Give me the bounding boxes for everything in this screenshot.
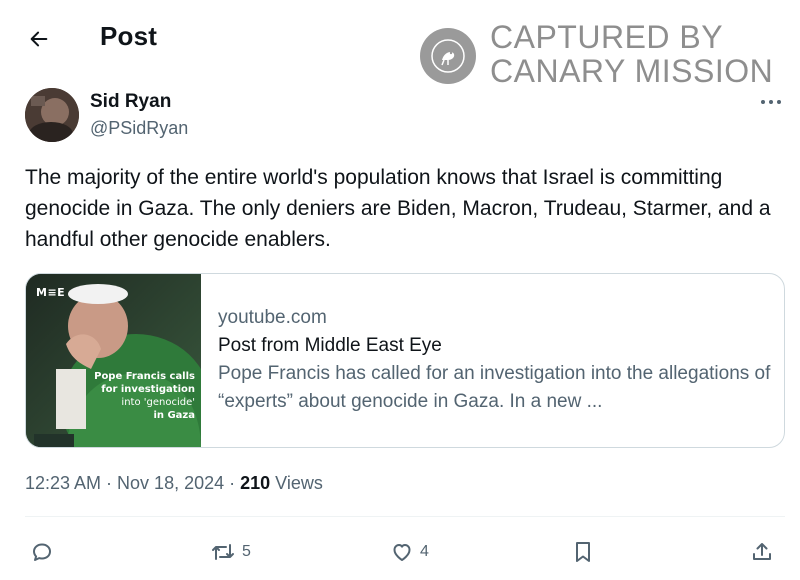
card-thumbnail: M≡E Pope Francis calls for investigation…: [26, 274, 201, 447]
divider: [25, 516, 785, 517]
thumbnail-caption-line: into 'genocide': [121, 397, 195, 408]
watermark: CAPTURED BY CANARY MISSION: [420, 20, 790, 92]
views-label: Views: [270, 473, 323, 493]
reply-button[interactable]: [30, 538, 60, 566]
post-meta: 12:23 AM · Nov 18, 2024 · 210 Views: [25, 473, 323, 494]
thumbnail-caption: Pope Francis calls for investigation int…: [94, 370, 195, 422]
back-button[interactable]: [22, 22, 56, 56]
thumbnail-caption-line: for investigation: [101, 384, 195, 395]
author-name[interactable]: Sid Ryan: [90, 91, 171, 113]
link-card[interactable]: M≡E Pope Francis calls for investigation…: [25, 273, 785, 448]
repost-count: 5: [242, 543, 251, 560]
repost-button[interactable]: 5: [210, 538, 251, 566]
views-count: 210: [240, 473, 271, 493]
action-bar: 5 4: [0, 532, 800, 572]
avatar[interactable]: [25, 88, 79, 142]
page-title: Post: [100, 21, 158, 51]
card-body: youtube.com Post from Middle East Eye Po…: [218, 304, 778, 416]
thumbnail-logo: M≡E: [36, 286, 66, 299]
more-options-button[interactable]: [756, 92, 786, 112]
canary-logo-icon: [420, 28, 476, 84]
watermark-line-1: CAPTURED BY: [490, 19, 724, 55]
like-button[interactable]: 4: [390, 538, 429, 566]
bookmark-button[interactable]: [572, 538, 594, 566]
watermark-line-2: CANARY MISSION: [490, 53, 774, 89]
tweet-text: The majority of the entire world's popul…: [25, 166, 771, 251]
more-icon: [761, 100, 781, 104]
card-description: Pope Francis has called for an investiga…: [218, 363, 771, 412]
thumbnail-caption-line: in Gaza: [153, 410, 195, 421]
reply-icon: [33, 543, 51, 561]
watermark-text: CAPTURED BY CANARY MISSION: [490, 20, 773, 88]
bookmark-icon: [576, 542, 590, 562]
card-title: Post from Middle East Eye: [218, 335, 442, 356]
card-domain: youtube.com: [218, 307, 327, 328]
heart-icon: [393, 544, 411, 561]
author-handle[interactable]: @PSidRyan: [90, 118, 188, 139]
like-count: 4: [420, 543, 429, 560]
share-button[interactable]: [750, 538, 774, 566]
post-timestamp[interactable]: 12:23 AM · Nov 18, 2024 ·: [25, 473, 240, 493]
thumbnail-caption-line: Pope Francis calls: [94, 371, 195, 382]
repost-icon: [212, 544, 234, 560]
arrow-left-icon: [30, 31, 48, 47]
share-icon: [753, 543, 771, 560]
